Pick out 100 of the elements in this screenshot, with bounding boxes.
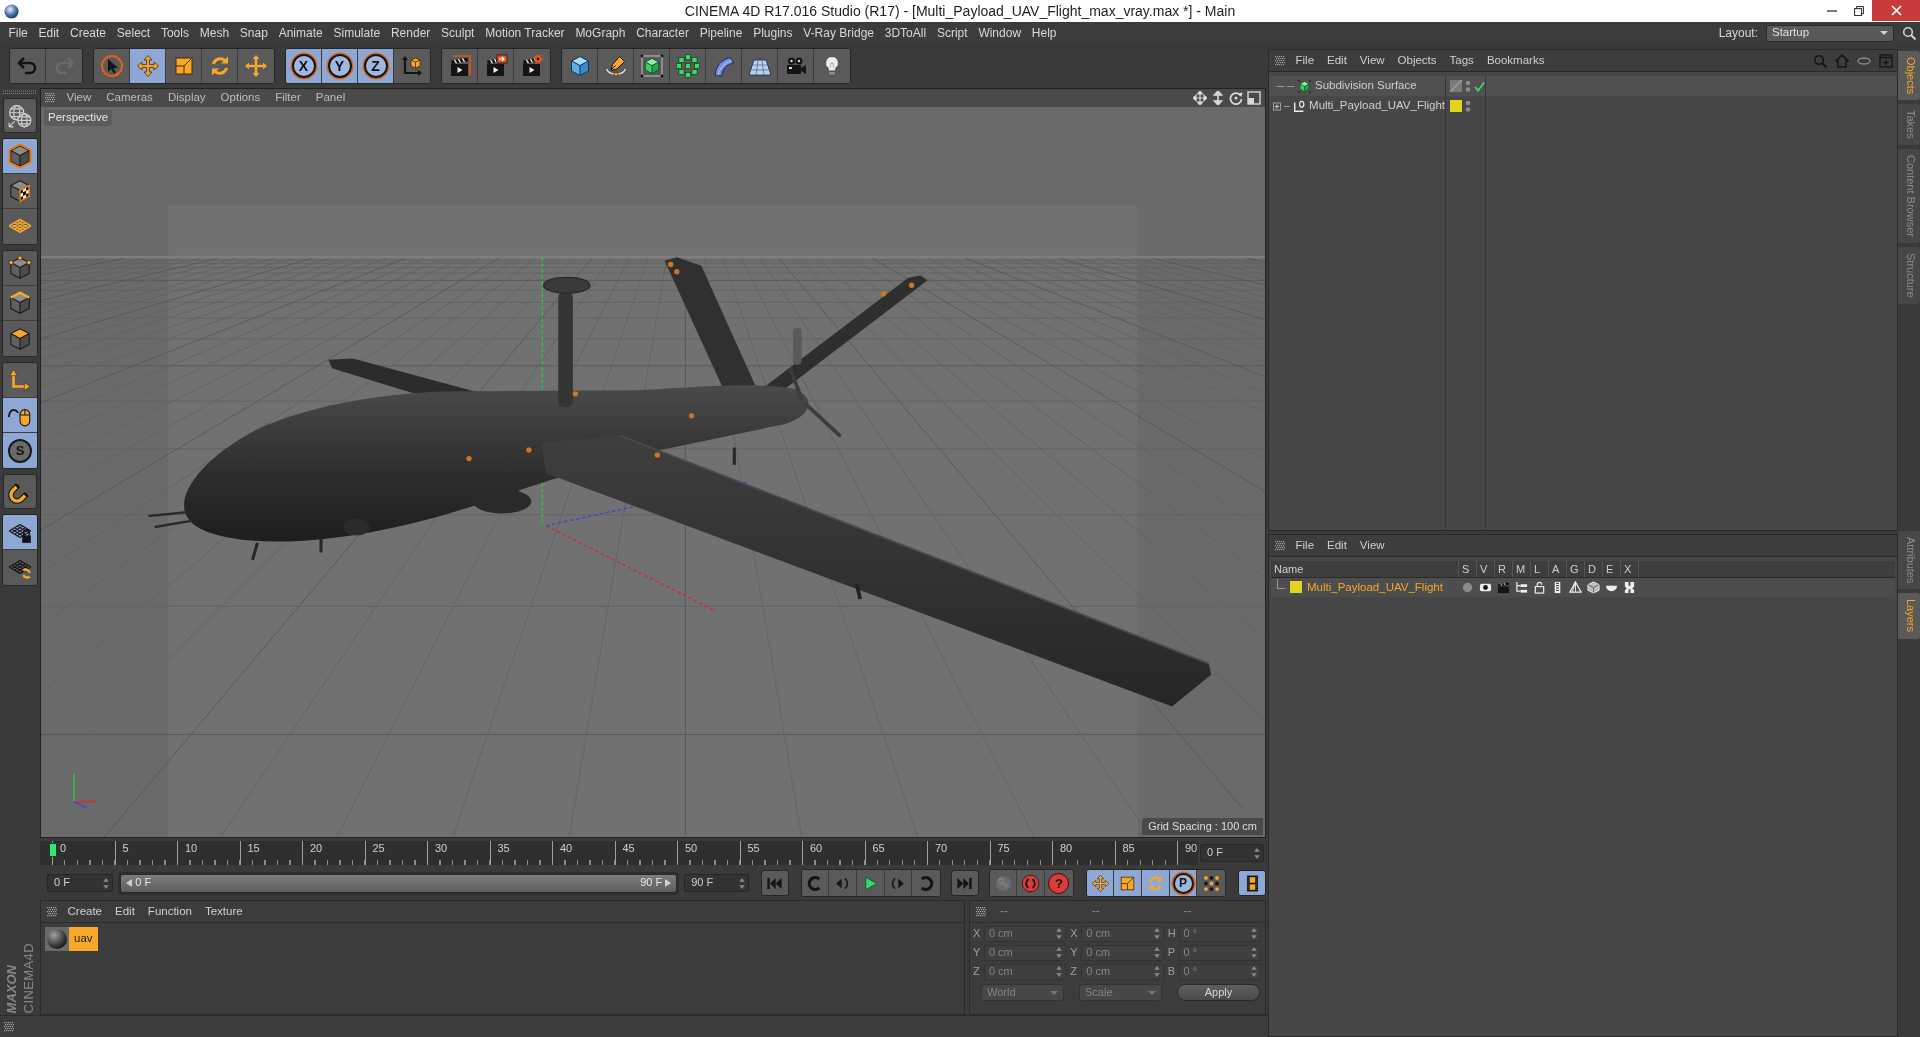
menu-item[interactable]: Edit bbox=[1320, 538, 1354, 553]
grip-icon[interactable] bbox=[1275, 540, 1285, 551]
cross-arrows-icon[interactable] bbox=[1193, 91, 1207, 105]
menu-item[interactable]: Animate bbox=[273, 25, 329, 41]
column-header[interactable]: L bbox=[1530, 561, 1548, 577]
panel-tab[interactable]: Layers bbox=[1898, 593, 1920, 639]
layer-row[interactable]: Multi_Payload_UAV_Flight bbox=[1271, 578, 1895, 597]
column-header[interactable]: M bbox=[1512, 561, 1530, 577]
triangle-left-icon[interactable] bbox=[126, 879, 133, 887]
axis-lock-button[interactable]: X bbox=[286, 49, 322, 83]
menu-item[interactable]: Panel bbox=[308, 91, 353, 105]
column-header[interactable]: D bbox=[1584, 561, 1602, 577]
menu-item[interactable]: Tags bbox=[1443, 53, 1481, 68]
eye-icon[interactable] bbox=[1478, 581, 1492, 594]
pyramid-icon[interactable] bbox=[1568, 581, 1582, 594]
column-header[interactable]: A bbox=[1548, 561, 1566, 577]
go-to-start-button[interactable] bbox=[760, 870, 789, 896]
material-name[interactable]: uav bbox=[69, 927, 98, 951]
menu-item[interactable]: Function bbox=[141, 904, 199, 919]
menu-item[interactable]: Window bbox=[973, 25, 1027, 41]
undo-button[interactable] bbox=[10, 49, 46, 83]
menu-item[interactable]: Edit bbox=[108, 904, 142, 919]
magnet-button[interactable] bbox=[3, 474, 37, 509]
position-key-button[interactable] bbox=[1086, 870, 1115, 896]
menu-item[interactable]: File bbox=[3, 25, 34, 41]
column-header[interactable]: X bbox=[1620, 561, 1638, 577]
drone-drawing[interactable] bbox=[147, 257, 1212, 707]
padlock-icon[interactable] bbox=[1532, 581, 1546, 594]
viewport-background[interactable]: Perspective Grid Spacing : 100 cm bbox=[41, 107, 1265, 837]
menu-item[interactable]: 3DToAll bbox=[879, 25, 932, 41]
clapperboard-icon[interactable] bbox=[1496, 581, 1510, 594]
scale-key-button[interactable] bbox=[1114, 870, 1143, 896]
material-sphere-icon[interactable] bbox=[45, 927, 69, 951]
menu-item[interactable]: Mesh bbox=[194, 25, 235, 41]
menu-item[interactable]: Sculpt bbox=[435, 25, 480, 41]
parameter-key-button[interactable]: P bbox=[1169, 870, 1198, 896]
go-to-end-button[interactable] bbox=[950, 870, 979, 896]
grip-icon[interactable] bbox=[47, 906, 57, 917]
menu-item[interactable]: Create bbox=[64, 25, 112, 41]
menu-item[interactable]: MoGraph bbox=[570, 25, 631, 41]
menu-item[interactable]: Options bbox=[213, 91, 268, 105]
rotation-key-button[interactable] bbox=[1142, 870, 1170, 896]
start-frame-field[interactable]: 0 F bbox=[47, 874, 114, 892]
model-mode-button[interactable] bbox=[3, 139, 37, 174]
frame-range-slider[interactable]: 0 F 90 F bbox=[120, 873, 678, 893]
menu-item[interactable]: Edit bbox=[33, 25, 65, 41]
menu-item[interactable]: Select bbox=[111, 25, 156, 41]
axis-mode-button[interactable] bbox=[3, 363, 37, 398]
points-mode-button[interactable] bbox=[3, 251, 37, 286]
menu-item[interactable]: View bbox=[1353, 538, 1392, 553]
menu-item[interactable]: Cameras bbox=[98, 91, 161, 105]
layer-name[interactable]: Multi_Payload_UAV_Flight bbox=[1307, 580, 1443, 595]
menu-item[interactable]: Script bbox=[931, 25, 973, 41]
move-tool-button[interactable] bbox=[130, 49, 166, 83]
menu-item[interactable]: V-Ray Bridge bbox=[797, 25, 880, 41]
menu-item[interactable]: Motion Tracker bbox=[479, 25, 570, 41]
triangle-right-icon[interactable] bbox=[665, 879, 672, 887]
workplane-lock-button[interactable] bbox=[3, 515, 37, 550]
grip-icon[interactable] bbox=[3, 90, 37, 95]
object-name[interactable]: Multi_Payload_UAV_Flight bbox=[1309, 99, 1445, 113]
grip-icon[interactable] bbox=[45, 93, 55, 103]
tweak-mode-button[interactable] bbox=[3, 398, 37, 433]
menu-item[interactable]: Help bbox=[1026, 25, 1062, 41]
menu-item[interactable]: Plugins bbox=[747, 25, 798, 41]
column-header[interactable]: V bbox=[1476, 561, 1494, 577]
grip-icon[interactable] bbox=[1275, 55, 1285, 66]
column-header[interactable]: E bbox=[1602, 561, 1620, 577]
menu-item[interactable]: Snap bbox=[234, 25, 274, 41]
menu-item[interactable]: Tools bbox=[155, 25, 195, 41]
bracket-ring-icon[interactable] bbox=[1292, 98, 1307, 114]
menu-item[interactable]: Create bbox=[61, 904, 109, 919]
menu-item[interactable]: Pipeline bbox=[694, 25, 748, 41]
column-header[interactable]: S bbox=[1458, 561, 1476, 577]
caged-cube-icon[interactable] bbox=[1297, 78, 1312, 94]
grip-icon[interactable] bbox=[4, 1021, 14, 1032]
layer-color-swatch[interactable] bbox=[1290, 581, 1302, 594]
maximize-view-icon[interactable] bbox=[1247, 91, 1261, 105]
menu-item[interactable]: File bbox=[1289, 538, 1321, 553]
spinner-icon[interactable] bbox=[1254, 847, 1260, 859]
camera-label[interactable]: Perspective bbox=[44, 110, 113, 126]
axis-lock-button[interactable]: Z bbox=[358, 49, 394, 83]
keyframe-selection-button[interactable]: ? bbox=[1045, 870, 1073, 896]
object-row[interactable]: Multi_Payload_UAV_Flight bbox=[1269, 96, 1897, 116]
object-row[interactable]: Subdivision Surface bbox=[1269, 76, 1897, 96]
check-icon[interactable] bbox=[1474, 80, 1485, 92]
menu-item[interactable]: View bbox=[1353, 53, 1392, 68]
column-header[interactable]: Name bbox=[1271, 561, 1458, 577]
current-frame-field[interactable]: 0 F bbox=[1200, 844, 1264, 862]
menu-item[interactable]: Bookmarks bbox=[1480, 53, 1551, 68]
object-name[interactable]: Subdivision Surface bbox=[1315, 79, 1417, 93]
panel-tab[interactable]: Objects bbox=[1898, 51, 1920, 101]
vertical-arrows-icon[interactable] bbox=[1211, 91, 1225, 105]
layout-dropdown[interactable]: Startup bbox=[1766, 24, 1894, 42]
dot-icon[interactable] bbox=[1460, 581, 1474, 594]
menu-item[interactable]: Render bbox=[385, 25, 436, 41]
column-header[interactable]: R bbox=[1494, 561, 1512, 577]
cube-icon[interactable] bbox=[1586, 581, 1600, 594]
two-dots-icon[interactable] bbox=[1465, 100, 1471, 112]
menu-item[interactable]: Character bbox=[630, 25, 695, 41]
cube-button[interactable] bbox=[562, 49, 598, 83]
